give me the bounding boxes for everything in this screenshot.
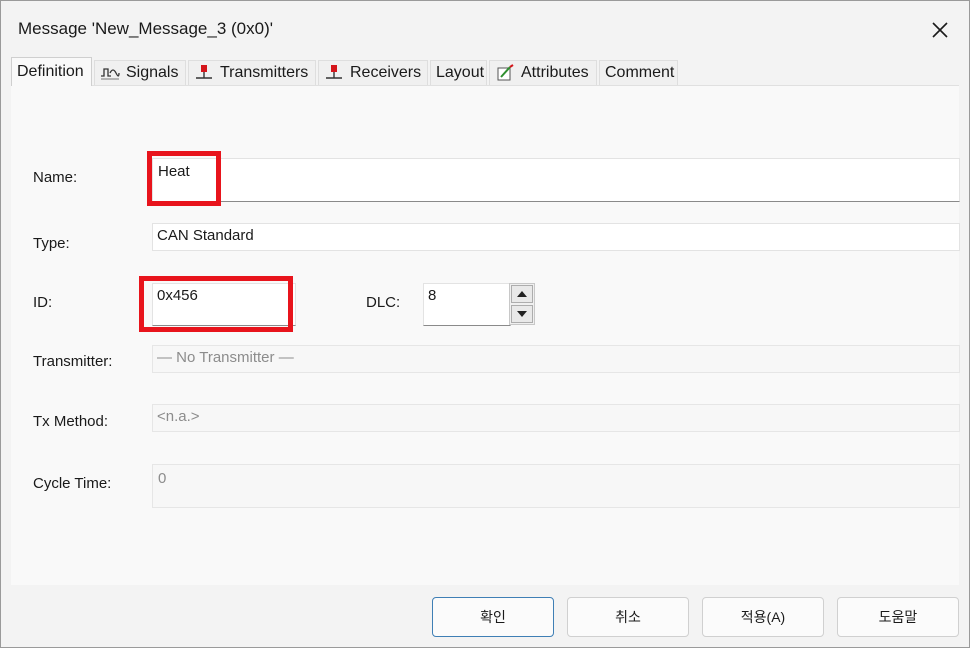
tab-transmitters-label: Transmitters [220,64,309,81]
txmethod-label: Tx Method: [33,413,109,430]
dlc-spinner [509,283,535,325]
help-button[interactable]: 도움말 [837,597,959,637]
arrow-down-icon [517,311,527,317]
dlc-decrement-button[interactable] [511,305,533,323]
tab-layout-label: Layout [436,64,485,81]
cycletime-label: Cycle Time: [33,475,112,492]
name-input[interactable]: Heat [152,158,960,202]
id-input[interactable]: 0x456 [152,283,296,326]
tab-receivers-label: Receivers [350,64,422,81]
tab-definition-label: Definition [17,63,84,80]
tab-attributes[interactable]: Attributes [489,60,597,85]
type-select[interactable]: CAN Standard [152,223,960,251]
tab-layout[interactable]: Layout [430,60,487,85]
cancel-button[interactable]: 취소 [567,597,689,637]
arrow-up-icon [517,291,527,297]
ok-button[interactable]: 확인 [432,597,554,637]
tab-comment[interactable]: Comment [599,60,678,85]
tab-signals[interactable]: Signals [94,60,186,85]
tab-comment-label: Comment [605,64,675,81]
node-icon [194,64,214,82]
title-bar: Message 'New_Message_3 (0x0)' [1,1,969,55]
type-label: Type: [33,235,70,252]
close-icon [932,22,948,38]
dlc-input[interactable]: 8 [423,283,511,326]
dlc-label: DLC: [366,294,401,311]
id-label: ID: [33,294,53,311]
tab-receivers[interactable]: Receivers [318,60,428,85]
txmethod-select[interactable]: <n.a.> [152,404,960,432]
node-icon [324,64,344,82]
window-title: Message 'New_Message_3 (0x0)' [18,19,273,38]
apply-button[interactable]: 적용(A) [702,597,824,637]
close-button[interactable] [923,15,957,45]
attributes-icon [495,64,515,82]
tab-definition[interactable]: Definition [11,57,92,86]
cycletime-input[interactable]: 0 [152,464,960,508]
signal-wave-icon [100,64,120,82]
tab-transmitters[interactable]: Transmitters [188,60,316,85]
tab-attributes-label: Attributes [521,64,589,81]
transmitter-select[interactable]: — No Transmitter — [152,345,960,373]
message-dialog: Message 'New_Message_3 (0x0)' Definition… [0,0,970,648]
name-label: Name: [33,169,78,186]
tab-signals-label: Signals [126,64,179,81]
dlc-increment-button[interactable] [511,285,533,303]
transmitter-label: Transmitter: [33,353,113,370]
